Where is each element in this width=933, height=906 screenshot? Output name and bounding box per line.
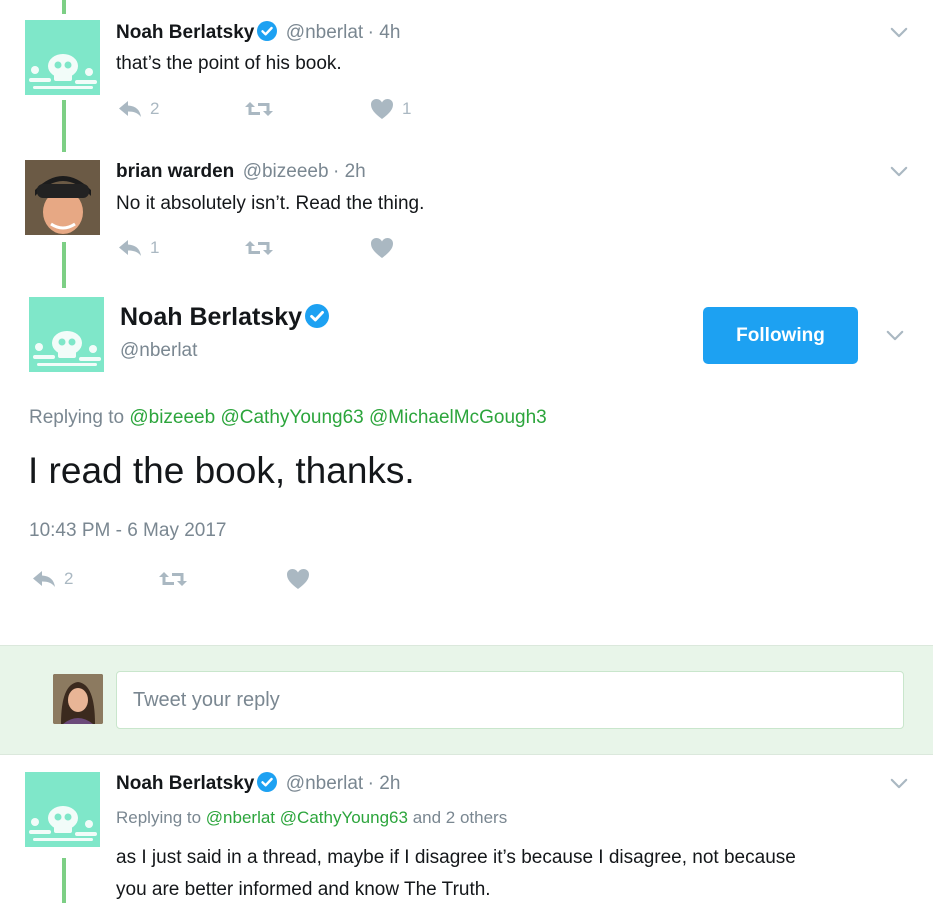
like-icon <box>286 568 310 590</box>
user-handle[interactable]: @nberlat <box>286 773 363 794</box>
reply-button[interactable]: 2 <box>118 99 159 119</box>
user-name[interactable]: Noah Berlatsky <box>116 773 254 794</box>
mention-link[interactable]: @bizeeeb <box>129 407 215 428</box>
replying-to-label: Replying to <box>116 808 202 827</box>
reply-icon <box>118 238 142 258</box>
tweet-time[interactable]: · 2h <box>368 773 401 794</box>
mention-link[interactable]: @nberlat <box>206 808 275 827</box>
chevron-down-icon[interactable] <box>890 25 908 43</box>
user-handle[interactable]: @nberlat <box>286 22 363 43</box>
skull-avatar-icon <box>25 20 100 95</box>
thread-line <box>62 100 66 152</box>
others-link[interactable]: and 2 others <box>413 808 508 827</box>
avatar[interactable] <box>25 160 100 235</box>
like-button[interactable]: 1 <box>370 98 411 120</box>
following-button[interactable]: Following <box>703 307 858 364</box>
mention-link[interactable]: @MichaelMcGough3 <box>369 407 547 428</box>
following-label: Following <box>736 324 825 346</box>
reply-icon <box>32 569 56 589</box>
thread-line <box>62 242 66 288</box>
thread-line <box>62 0 66 14</box>
like-button[interactable] <box>286 568 310 590</box>
tweet-text: as I just said in a thread, maybe if I d… <box>116 842 916 906</box>
tweet-text: No it absolutely isn’t. Read the thing. <box>116 193 425 214</box>
avatar[interactable] <box>25 772 100 847</box>
skull-avatar-icon <box>29 297 104 372</box>
mention-link[interactable]: @CathyYoung63 <box>220 407 363 428</box>
user-name[interactable]: Noah Berlatsky <box>116 22 254 43</box>
like-icon <box>370 237 394 259</box>
thread-line <box>62 858 66 903</box>
user-handle[interactable]: @nberlat <box>120 340 197 362</box>
like-icon <box>370 98 394 120</box>
verified-icon <box>257 21 277 41</box>
like-button[interactable] <box>370 237 394 259</box>
skull-avatar-icon <box>25 772 100 847</box>
replying-to-label: Replying to <box>29 407 125 428</box>
tweet-timestamp[interactable]: 10:43 PM - 6 May 2017 <box>29 520 227 542</box>
tweet-text-line: you are better informed and know The Tru… <box>116 879 491 900</box>
reply-placeholder: Tweet your reply <box>133 688 280 711</box>
verified-icon <box>305 304 329 328</box>
user-photo-icon <box>25 160 100 235</box>
chevron-down-icon[interactable] <box>890 164 908 182</box>
like-count: 1 <box>402 99 412 118</box>
retweet-icon <box>244 238 274 258</box>
user-name[interactable]: Noah Berlatsky <box>120 303 302 331</box>
user-handle[interactable]: @bizeeeb <box>243 161 329 182</box>
tweet-text: I read the book, thanks. <box>28 450 415 491</box>
chevron-down-icon[interactable] <box>886 328 904 346</box>
reply-count: 1 <box>150 238 160 257</box>
avatar[interactable] <box>29 297 104 372</box>
avatar[interactable] <box>25 20 100 95</box>
user-name[interactable]: brian warden <box>116 161 234 182</box>
verified-icon <box>257 772 277 792</box>
tweet-time[interactable]: · 4h <box>368 22 401 43</box>
reply-count: 2 <box>64 569 74 588</box>
retweet-button[interactable] <box>158 569 188 589</box>
reply-composer: Tweet your reply <box>0 645 933 755</box>
tweet-text-line: as I just said in a thread, maybe if I d… <box>116 847 796 868</box>
reply-button[interactable]: 1 <box>118 238 159 258</box>
retweet-button[interactable] <box>244 99 274 119</box>
retweet-button[interactable] <box>244 238 274 258</box>
avatar[interactable] <box>53 674 103 724</box>
reply-icon <box>118 99 142 119</box>
reply-input[interactable]: Tweet your reply <box>116 671 904 729</box>
tweet-text: that’s the point of his book. <box>116 53 342 74</box>
tweet-time[interactable]: · 2h <box>333 161 366 182</box>
reply-button[interactable]: 2 <box>32 569 73 589</box>
mention-link[interactable]: @CathyYoung63 <box>280 808 408 827</box>
retweet-icon <box>244 99 274 119</box>
chevron-down-icon[interactable] <box>890 776 908 794</box>
user-photo-icon <box>53 674 103 724</box>
retweet-icon <box>158 569 188 589</box>
reply-count: 2 <box>150 99 160 118</box>
